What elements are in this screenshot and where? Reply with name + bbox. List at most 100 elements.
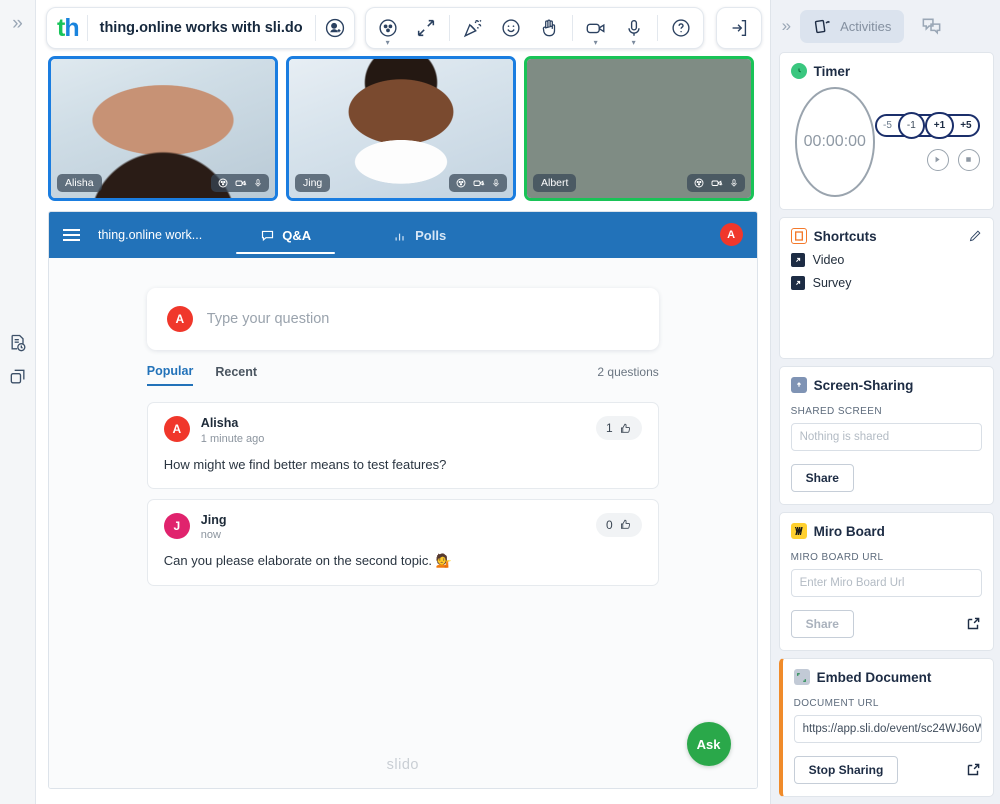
- raise-hand-icon[interactable]: [530, 8, 568, 48]
- question-filters: Popular Recent 2 questions: [146, 364, 659, 392]
- camera-icon[interactable]: ▾: [577, 8, 615, 48]
- activities-button[interactable]: Activities: [800, 9, 905, 43]
- timer-minus-1-button[interactable]: -1: [897, 111, 925, 139]
- stop-icon[interactable]: [957, 148, 980, 171]
- thumbs-up-icon: [620, 423, 630, 433]
- tab-qa-label: Q&A: [282, 227, 312, 243]
- fullscreen-icon[interactable]: [407, 8, 445, 48]
- pencil-icon[interactable]: [968, 229, 982, 243]
- document-url-input[interactable]: https://app.sli.do/event/sc24WJ6oWeqP7: [793, 715, 982, 743]
- like-button[interactable]: 0: [595, 512, 642, 537]
- external-link-icon: [790, 253, 805, 267]
- external-link-icon: [790, 276, 805, 290]
- microphone-icon: [493, 179, 499, 187]
- question-input[interactable]: Type your question: [207, 311, 330, 327]
- miro-icon: [790, 523, 807, 539]
- avatar: A: [163, 416, 190, 442]
- agenda-clock-icon[interactable]: [8, 333, 28, 353]
- shortcuts-icon: [790, 228, 807, 244]
- external-link-icon[interactable]: [964, 615, 982, 633]
- celebrate-icon[interactable]: [454, 8, 492, 48]
- divider: [571, 15, 573, 41]
- shortcuts-card-title: Shortcuts: [790, 228, 982, 244]
- tab-qa[interactable]: Q&A: [236, 212, 335, 258]
- shared-screen-input[interactable]: Nothing is shared: [790, 423, 982, 451]
- clock-icon: [790, 63, 807, 79]
- shortcut-item-video[interactable]: Video: [790, 253, 982, 267]
- tab-polls-label: Polls: [415, 227, 447, 243]
- thumbs-up-icon: [620, 519, 630, 529]
- question-card[interactable]: J Jing now 0 Can you please elaborate on…: [146, 498, 659, 587]
- tab-polls[interactable]: Polls: [387, 212, 452, 258]
- screen-sharing-title-label: Screen-Sharing: [813, 377, 914, 393]
- slido-header: thing.online work... Q&A Polls A: [49, 212, 757, 258]
- timer-plus-1-button[interactable]: +1: [924, 111, 955, 139]
- question-header: A Alisha 1 minute ago 1: [163, 416, 642, 445]
- emoji-icon[interactable]: [492, 8, 530, 48]
- logo-letter-h: h: [64, 13, 79, 42]
- miro-title-label: Miro Board: [813, 523, 885, 539]
- slido-user-avatar[interactable]: A: [719, 223, 743, 246]
- play-icon[interactable]: [926, 148, 949, 171]
- filter-recent[interactable]: Recent: [215, 365, 257, 385]
- screen-sharing-card: Screen-Sharing SHARED SCREEN Nothing is …: [778, 366, 994, 505]
- stop-sharing-button[interactable]: Stop Sharing: [793, 756, 899, 784]
- microphone-icon: [255, 179, 261, 187]
- chevron-down-icon[interactable]: ▾: [632, 39, 636, 47]
- timer-card: Timer 00:00:00 -5 -1 +1 +5: [778, 52, 994, 210]
- microphone-icon: [731, 179, 737, 187]
- speech-bubble-icon: [262, 230, 274, 241]
- external-link-icon[interactable]: [964, 761, 982, 779]
- question-input-box[interactable]: A Type your question: [146, 288, 659, 350]
- ask-button[interactable]: Ask: [686, 722, 731, 766]
- video-tile[interactable]: Alisha: [48, 56, 278, 201]
- question-author-block: Jing now: [201, 513, 227, 542]
- right-panel: » Activities Timer 00:00:00 -5 -1 +1 +5 …: [769, 0, 1000, 804]
- chevron-down-icon[interactable]: ▾: [386, 39, 390, 47]
- leave-meeting-icon[interactable]: [720, 8, 758, 48]
- slido-event-name: thing.online work...: [98, 228, 203, 242]
- hamburger-icon[interactable]: [63, 229, 80, 241]
- video-tile[interactable]: Albert: [524, 56, 754, 201]
- miro-url-input[interactable]: Enter Miro Board Url: [790, 569, 982, 597]
- settings-icon: [456, 178, 466, 188]
- timer-playback-controls: [926, 148, 980, 171]
- leave-meeting-group: [715, 7, 762, 49]
- question-text: How might we find better means to test f…: [163, 456, 447, 472]
- right-panel-header: » Activities: [771, 0, 1000, 52]
- left-rail-expand-button[interactable]: »: [12, 14, 23, 33]
- video-tile[interactable]: Jing: [286, 56, 516, 201]
- divider: [656, 15, 658, 41]
- participants-icon[interactable]: ▾: [369, 8, 407, 48]
- microphone-icon[interactable]: ▾: [615, 8, 653, 48]
- embed-document-card: Embed Document DOCUMENT URL https://app.…: [778, 658, 994, 797]
- chat-bubbles-icon[interactable]: [920, 15, 943, 38]
- top-toolbar: th thing.online works with sli.do ▾ ▾ ▾: [36, 0, 770, 52]
- avatar: J: [163, 512, 190, 539]
- chevron-down-icon[interactable]: ▾: [594, 39, 598, 47]
- miro-share-button[interactable]: Share: [790, 610, 854, 638]
- like-button[interactable]: 1: [595, 416, 642, 440]
- shortcut-item-survey[interactable]: Survey: [790, 276, 982, 290]
- add-person-icon[interactable]: [316, 8, 354, 48]
- question-author-block: Alisha 1 minute ago: [201, 416, 265, 445]
- windows-copy-icon[interactable]: [8, 367, 28, 387]
- timer-minus-5-button[interactable]: -5: [877, 114, 898, 137]
- question-card[interactable]: A Alisha 1 minute ago 1 How might we fin…: [146, 402, 659, 489]
- help-icon[interactable]: [662, 8, 700, 48]
- meeting-name: thing.online works with sli.do: [99, 20, 303, 36]
- screen-share-button[interactable]: Share: [790, 464, 854, 492]
- timer-plus-5-button[interactable]: +5: [954, 114, 977, 137]
- tile-controls[interactable]: [211, 174, 269, 192]
- settings-icon: [694, 178, 704, 188]
- embed-document-actions: Stop Sharing: [793, 756, 982, 784]
- right-panel-collapse-button[interactable]: »: [779, 16, 794, 36]
- tile-controls[interactable]: [687, 174, 745, 192]
- timer-card-title: Timer: [790, 63, 982, 79]
- slido-brand-footer: slido: [386, 757, 419, 773]
- filter-popular[interactable]: Popular: [146, 364, 194, 386]
- slido-tabs: Q&A Polls: [236, 212, 452, 258]
- tile-controls[interactable]: [449, 174, 507, 192]
- question-count: 2 questions: [597, 365, 659, 379]
- participant-name: Alisha: [57, 174, 102, 192]
